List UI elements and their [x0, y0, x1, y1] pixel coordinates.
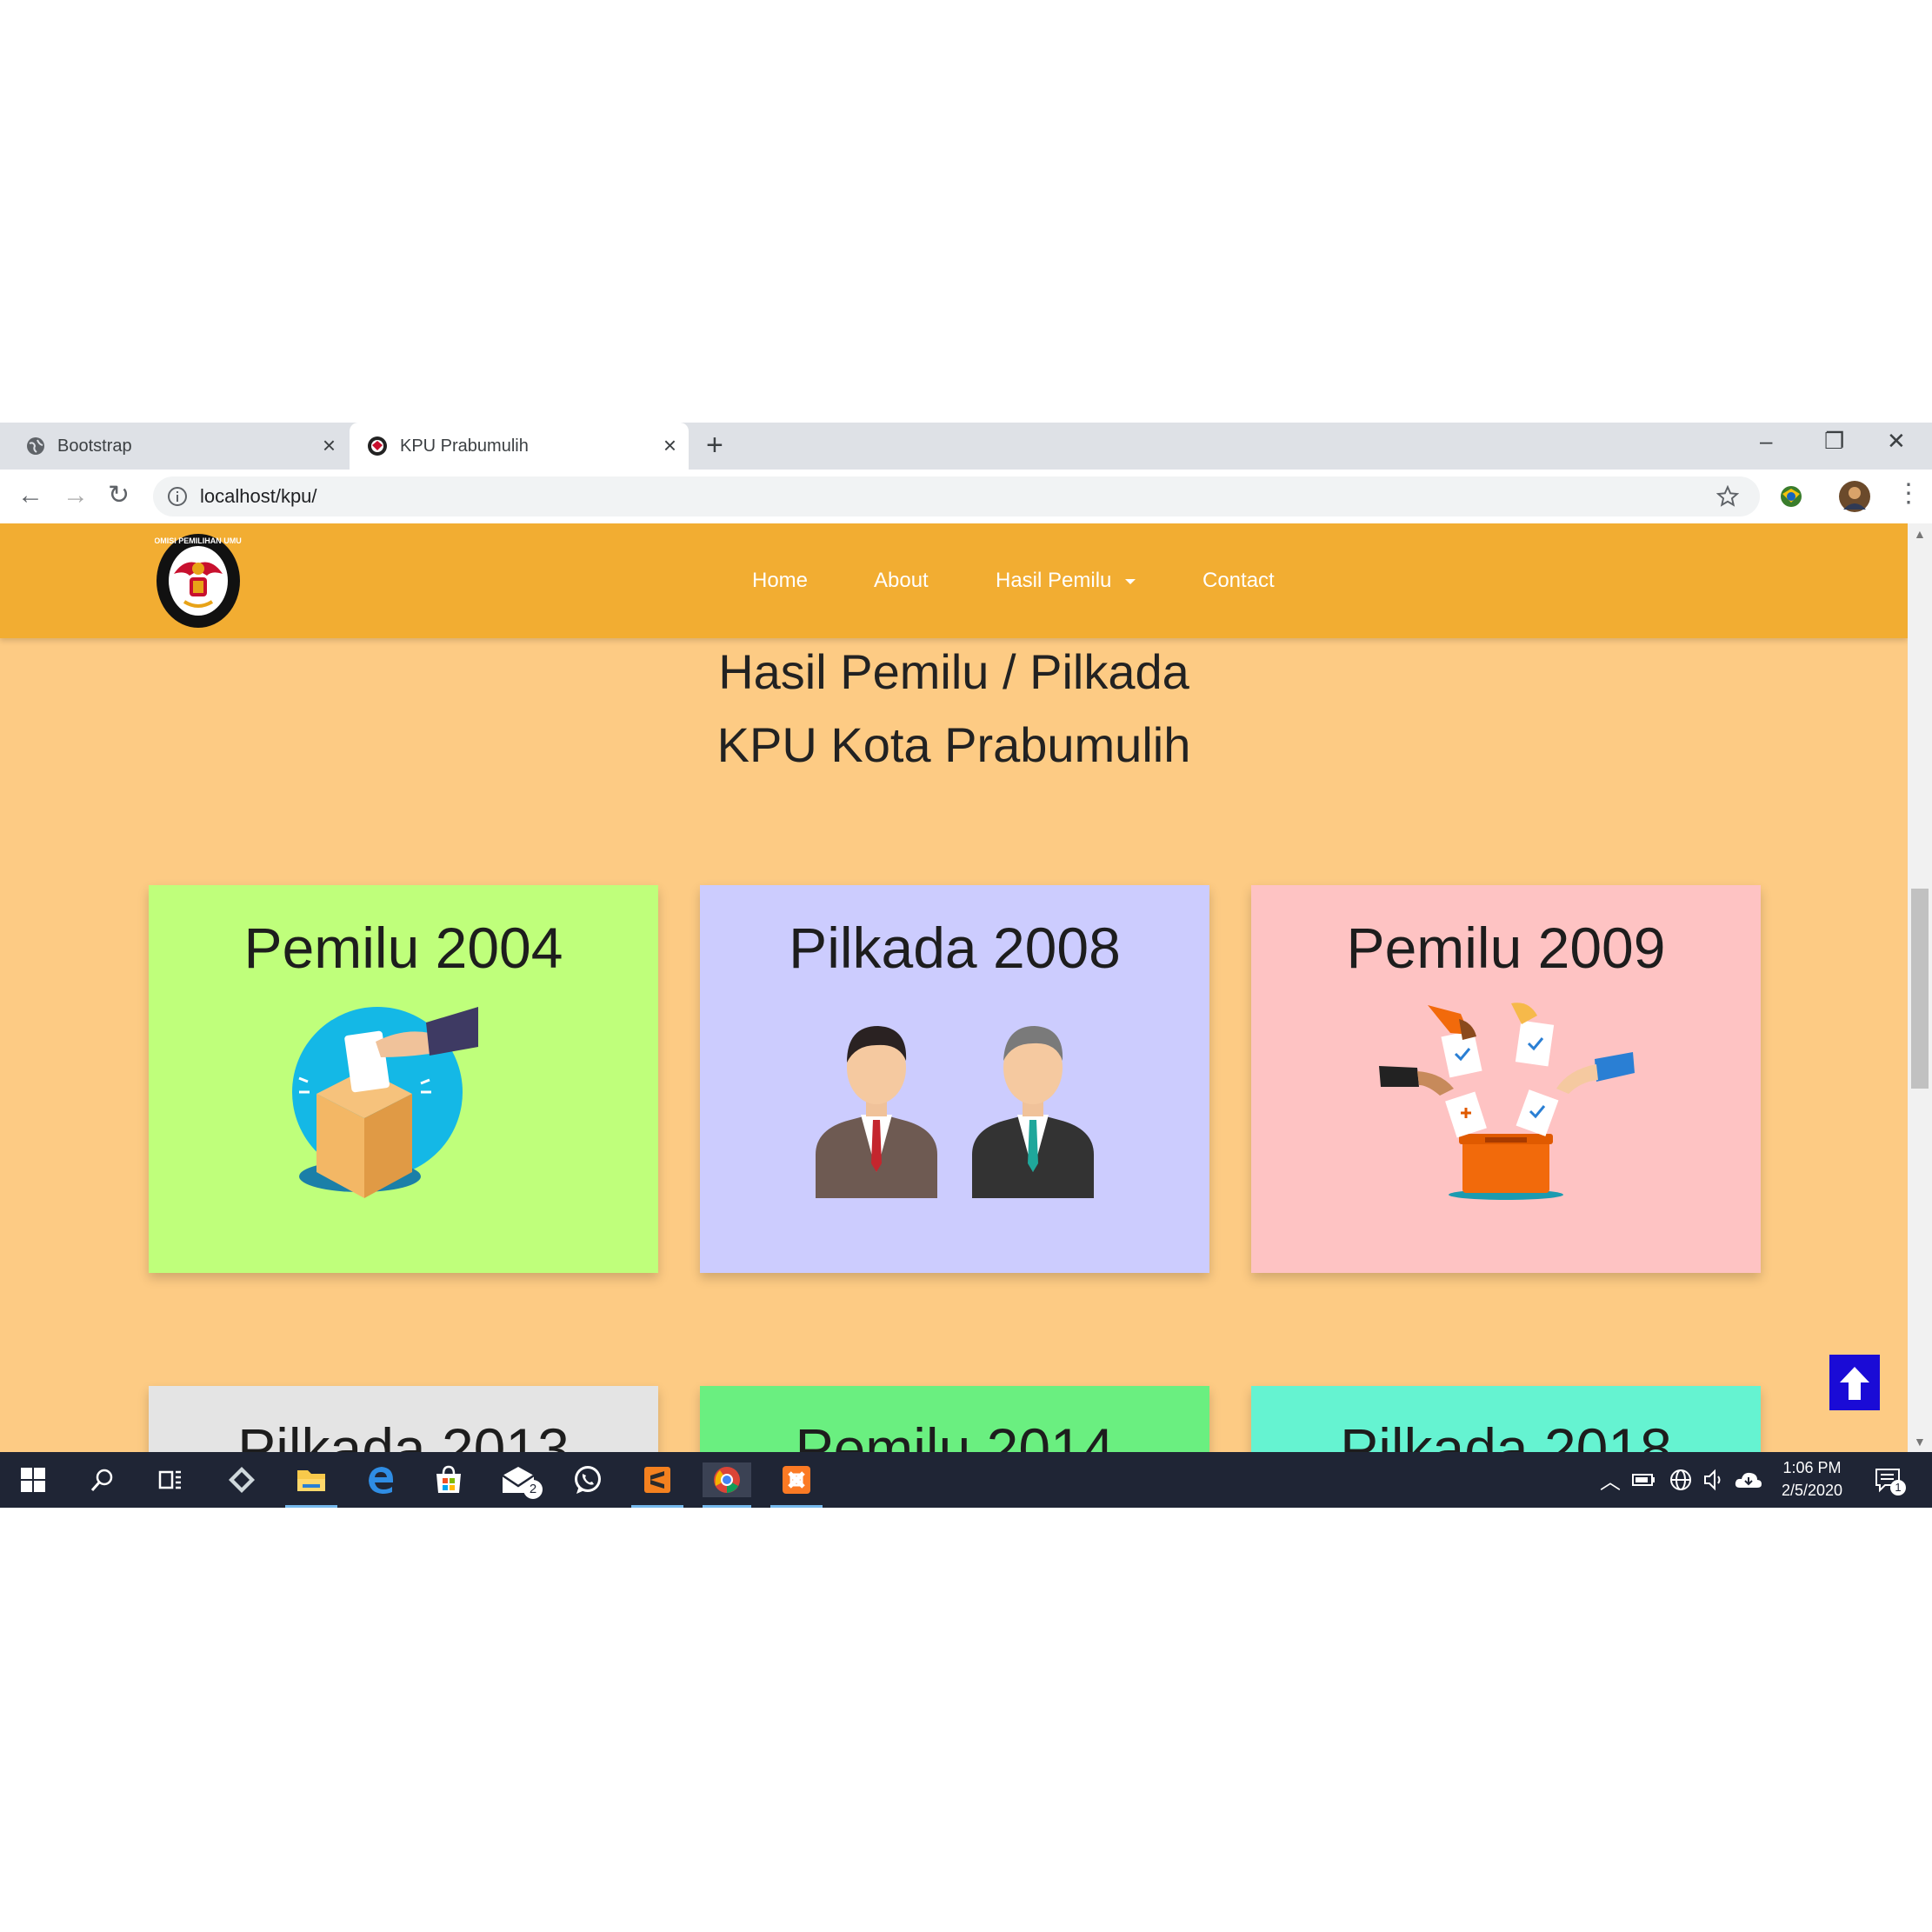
nav-home[interactable]: Home: [752, 569, 808, 593]
xampp-icon[interactable]: [770, 1462, 823, 1508]
profile-avatar-icon[interactable]: [1838, 480, 1871, 513]
card-title: Pemilu 2014: [795, 1416, 1115, 1452]
kpu-logo[interactable]: KOMISI PEMILIHAN UMUM: [155, 532, 242, 630]
url-text[interactable]: localhost/kpu/: [200, 485, 317, 508]
close-tab-icon[interactable]: ×: [323, 433, 336, 457]
page-title-line-2: KPU Kota Prabumulih: [716, 717, 1191, 772]
tab-title: Bootstrap: [57, 436, 132, 456]
nav-about[interactable]: About: [874, 569, 929, 593]
card-pilkada-2013[interactable]: Pilkada 2013: [149, 1386, 658, 1452]
store-icon[interactable]: [431, 1462, 466, 1497]
app-diamond-icon[interactable]: [224, 1462, 259, 1497]
nav-hasil-pemilu-label: Hasil Pemilu: [996, 569, 1112, 592]
volume-icon[interactable]: [1701, 1462, 1727, 1497]
windows-taskbar: 2 ︿ 1:06 PM 2/5/2020 1: [0, 1452, 1932, 1508]
web-page: KOMISI PEMILIHAN UMUM Home About Hasil P…: [0, 523, 1908, 1452]
logo-text: KOMISI PEMILIHAN UMUM: [155, 536, 242, 545]
clock-date[interactable]: 2/5/2020: [1769, 1482, 1855, 1500]
windows-start-icon[interactable]: [16, 1462, 50, 1497]
scroll-up-arrow-icon[interactable]: ▲: [1914, 527, 1926, 541]
card-pilkada-2008[interactable]: Pilkada 2008: [700, 885, 1209, 1273]
card-pemilu-2009[interactable]: Pemilu 2009: [1251, 885, 1761, 1273]
restore-button[interactable]: ❐: [1824, 428, 1844, 455]
nav-contact[interactable]: Contact: [1203, 569, 1275, 593]
candidates-icon: [816, 1026, 1094, 1198]
voting-hands-icon: [1379, 1003, 1635, 1200]
nav-hasil-pemilu[interactable]: Hasil Pemilu: [996, 569, 1136, 593]
info-icon[interactable]: [167, 486, 188, 507]
network-globe-icon[interactable]: [1668, 1462, 1694, 1497]
sublime-text-icon[interactable]: [631, 1462, 683, 1508]
chrome-icon[interactable]: [703, 1462, 751, 1508]
task-view-icon[interactable]: [153, 1462, 188, 1497]
ballot-box-icon: [292, 1007, 478, 1198]
caret-down-icon: [1125, 578, 1136, 584]
reload-button[interactable]: ↻: [108, 480, 130, 511]
card-title: Pemilu 2009: [1346, 916, 1666, 980]
card-title: Pemilu 2004: [243, 916, 563, 980]
arrow-up-icon: [1840, 1367, 1869, 1400]
battery-icon[interactable]: [1631, 1462, 1657, 1497]
whatsapp-icon[interactable]: [570, 1462, 605, 1497]
browser-tab-strip: Bootstrap × KPU Prabumulih × +: [0, 423, 1932, 470]
chevron-up-icon[interactable]: ︿: [1600, 1464, 1621, 1495]
action-center-icon[interactable]: 1: [1871, 1462, 1906, 1497]
onedrive-cloud-icon[interactable]: [1734, 1462, 1763, 1497]
kpu-favicon-icon: [368, 436, 387, 456]
new-tab-button[interactable]: +: [706, 430, 723, 461]
card-title: Pilkada 2013: [237, 1416, 570, 1452]
card-pemilu-2014[interactable]: Pemilu 2014: [700, 1386, 1209, 1452]
search-icon[interactable]: [85, 1462, 120, 1497]
tab-title: KPU Prabumulih: [400, 436, 529, 456]
mail-badge: 2: [523, 1480, 543, 1499]
tab-bootstrap[interactable]: Bootstrap ×: [0, 423, 348, 470]
globe-icon: [27, 437, 44, 455]
mail-icon[interactable]: 2: [501, 1462, 543, 1499]
scrollbar-thumb[interactable]: [1911, 889, 1929, 1089]
forward-button[interactable]: →: [63, 480, 89, 511]
minimize-button[interactable]: –: [1760, 428, 1772, 455]
close-window-button[interactable]: ✕: [1887, 428, 1906, 455]
browser-toolbar: ← → ↻ localhost/kpu/ ⋮: [0, 470, 1932, 524]
notification-count: 1: [1890, 1480, 1906, 1496]
edge-browser-icon[interactable]: [363, 1462, 398, 1497]
clock-time[interactable]: 1:06 PM: [1769, 1459, 1855, 1477]
scroll-to-top-button[interactable]: [1829, 1355, 1880, 1410]
address-bar[interactable]: localhost/kpu/: [153, 476, 1760, 516]
card-pilkada-2018[interactable]: Pilkada 2018: [1251, 1386, 1761, 1452]
bookmark-star-icon[interactable]: [1716, 485, 1739, 508]
card-title: Pilkada 2008: [789, 916, 1121, 980]
tab-kpu-prabumulih[interactable]: KPU Prabumulih ×: [350, 423, 689, 470]
back-button[interactable]: ←: [17, 480, 43, 511]
menu-kebab-icon[interactable]: ⋮: [1895, 478, 1922, 510]
card-pemilu-2004[interactable]: Pemilu 2004: [149, 885, 658, 1273]
page-title-line-1: Hasil Pemilu / Pilkada: [718, 644, 1189, 699]
extension-icon[interactable]: [1777, 483, 1805, 510]
scroll-down-arrow-icon[interactable]: ▼: [1914, 1435, 1926, 1449]
card-title: Pilkada 2018: [1340, 1416, 1672, 1452]
close-tab-icon[interactable]: ×: [663, 433, 676, 457]
file-explorer-icon[interactable]: [285, 1462, 337, 1508]
site-navbar: KOMISI PEMILIHAN UMUM Home About Hasil P…: [0, 523, 1908, 638]
